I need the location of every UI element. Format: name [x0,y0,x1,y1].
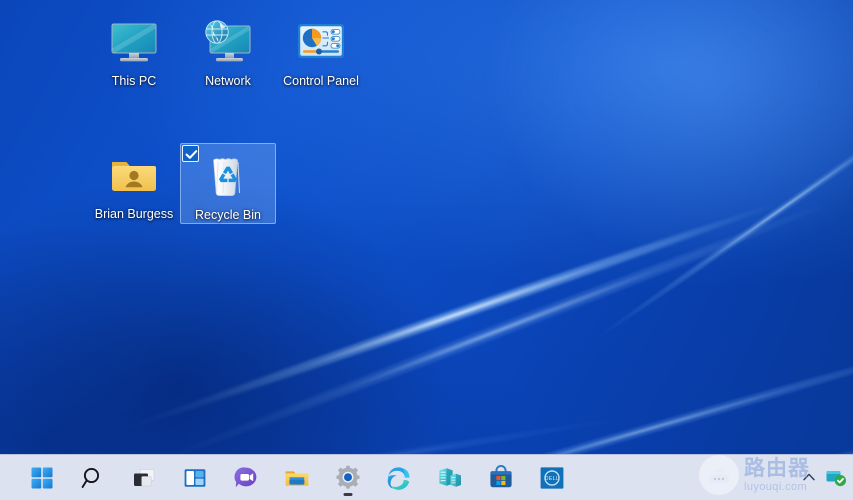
computer-monitor-icon [108,17,160,69]
taskbar-item-servers[interactable] [424,455,475,500]
dell-icon: DELL [538,464,566,492]
control-panel-icon [295,17,347,69]
desktop-icon-label: Brian Burgess [92,207,177,222]
taskbar-item-microsoft-edge[interactable] [373,455,424,500]
desktop-icon-control-panel[interactable]: Control Panel [273,10,369,89]
server-stack-icon [436,464,464,492]
running-indicator [343,493,352,496]
taskbar-item-task-view[interactable] [118,455,169,500]
taskbar-item-microsoft-store[interactable] [475,455,526,500]
desktop-icon-label: This PC [109,74,159,89]
widgets-icon [181,464,209,492]
taskbar-item-file-explorer[interactable] [271,455,322,500]
task-view-icon [130,464,158,492]
desktop-background[interactable]: This PC [0,0,853,454]
wallpaper-vignette-bottom-left [0,84,560,454]
desktop-icon-label: Control Panel [280,74,362,89]
network-globe-monitor-icon [202,17,254,69]
wallpaper-light-streak-faint [525,387,853,454]
taskbar-item-dell[interactable]: DELL [526,455,577,500]
user-folder-icon [108,150,160,202]
desktop-icon-recycle-bin[interactable]: Recycle Bin [180,143,276,224]
desktop-icon-label: Network [202,74,254,89]
chevron-up-icon[interactable] [800,468,818,486]
desktop-icon-brian-burgess[interactable]: Brian Burgess [86,143,182,222]
chat-teams-icon [232,464,260,492]
desktop-icon-network[interactable]: Network [180,10,276,89]
taskbar-left-spacer [0,455,16,500]
svg-text:DELL: DELL [544,475,559,481]
checkmark-icon[interactable] [182,145,199,162]
desktop-icon-label: Recycle Bin [192,208,264,223]
taskbar-item-list: DELL [16,455,577,500]
taskbar-item-widgets[interactable] [169,455,220,500]
windows-start-icon [28,464,56,492]
recycle-bin-icon [202,151,254,203]
desktop-icon-this-pc[interactable]: This PC [86,10,182,89]
taskbar-item-settings[interactable] [322,455,373,500]
system-tray[interactable] [800,454,853,500]
taskbar-item-chat[interactable] [220,455,271,500]
settings-gear-icon [334,464,362,492]
taskbar-item-start[interactable] [16,455,67,500]
taskbar[interactable]: DELL [0,454,853,500]
file-explorer-icon [283,464,311,492]
teal-shield-tray-icon[interactable] [825,466,847,488]
search-icon [79,464,107,492]
microsoft-edge-icon [385,464,413,492]
microsoft-store-icon [487,464,515,492]
taskbar-item-search[interactable] [67,455,118,500]
router-icon [699,455,739,495]
